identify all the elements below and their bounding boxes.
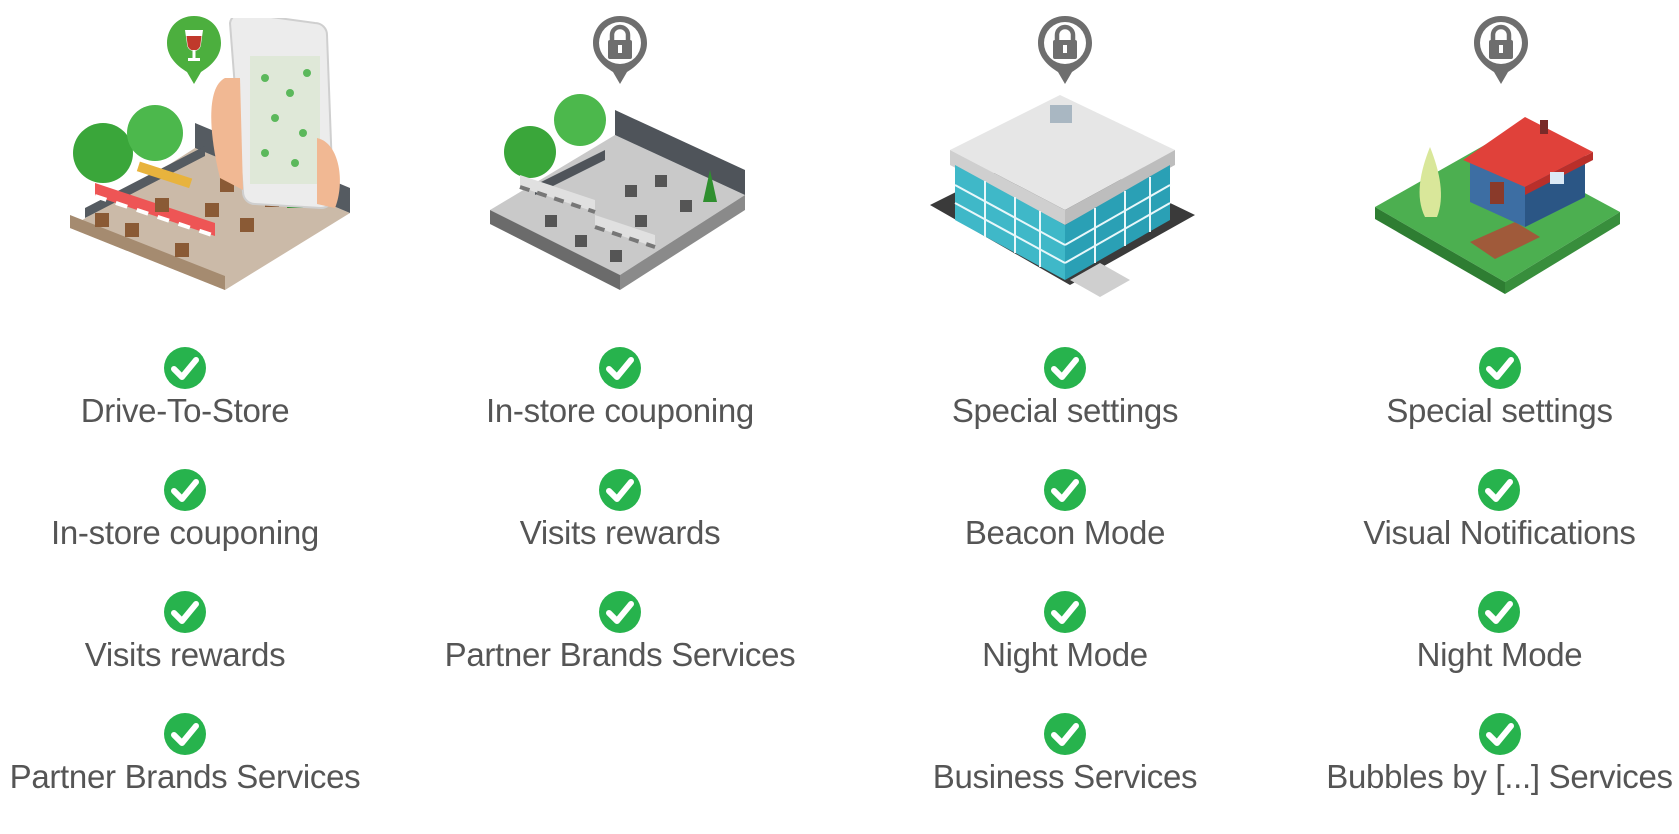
lock-icon (1472, 14, 1530, 86)
feature-label: Partner Brands Services (444, 636, 796, 673)
feature-item: Special settings (1386, 346, 1613, 468)
check-icon (1478, 712, 1522, 756)
feature-label: In-store couponing (486, 392, 754, 429)
check-icon (1043, 468, 1087, 512)
check-icon (1477, 590, 1521, 634)
feature-list: Special settings Beacon Mode Night Mode … (900, 346, 1230, 834)
plan-column-1: Drive-To-Store In-store couponing Visits… (0, 0, 370, 797)
house-illustration (1375, 117, 1620, 294)
check-icon (163, 590, 207, 634)
feature-item: Special settings (952, 346, 1178, 468)
feature-label: Special settings (951, 392, 1179, 429)
check-icon (163, 346, 207, 390)
check-icon (1043, 590, 1087, 634)
plan-column-2: In-store couponing Visits rewards Partne… (430, 0, 810, 797)
feature-label: Special settings (1386, 392, 1613, 429)
feature-item: Night Mode (982, 590, 1148, 712)
feature-list: Drive-To-Store In-store couponing Visits… (0, 346, 370, 834)
feature-item: Partner Brands Services (10, 712, 361, 834)
lock-icon (591, 14, 649, 86)
feature-label: Business Services (932, 758, 1198, 795)
check-icon (163, 712, 207, 756)
check-icon (1477, 468, 1521, 512)
feature-label: Bubbles by [...] Services (1326, 758, 1673, 795)
feature-label: Drive-To-Store (80, 392, 290, 429)
check-icon (1478, 346, 1522, 390)
feature-item: Visual Notifications (1363, 468, 1636, 590)
feature-item: In-store couponing (486, 346, 754, 468)
restaurant-illustration (70, 18, 350, 290)
feature-item: Night Mode (1417, 590, 1583, 712)
feature-item: Beacon Mode (965, 468, 1165, 590)
feature-item: Drive-To-Store (81, 346, 290, 468)
feature-item: Partner Brands Services (445, 590, 796, 712)
store-interior-illustration (490, 94, 745, 290)
feature-label: Beacon Mode (964, 514, 1166, 551)
feature-label: Night Mode (1416, 636, 1583, 673)
feature-label: Visits rewards (519, 514, 721, 551)
feature-label: Visits rewards (84, 636, 286, 673)
feature-label: Partner Brands Services (9, 758, 361, 795)
check-icon (598, 590, 642, 634)
feature-list: In-store couponing Visits rewards Partne… (430, 346, 810, 712)
office-building-illustration (930, 95, 1195, 297)
feature-item: Business Services (933, 712, 1198, 834)
feature-label: Visual Notifications (1363, 514, 1636, 551)
plan-column-3: Special settings Beacon Mode Night Mode … (900, 0, 1230, 797)
lock-icon (1036, 14, 1094, 86)
check-icon (163, 468, 207, 512)
check-icon (598, 468, 642, 512)
feature-item: Visits rewards (520, 468, 721, 590)
check-icon (1043, 712, 1087, 756)
check-icon (1043, 346, 1087, 390)
feature-label: Night Mode (982, 636, 1148, 673)
feature-label: In-store couponing (51, 514, 319, 551)
feature-item: In-store couponing (51, 468, 319, 590)
feature-item: Visits rewards (85, 590, 286, 712)
check-icon (598, 346, 642, 390)
plan-column-4: Special settings Visual Notifications Ni… (1320, 0, 1679, 797)
feature-item: Bubbles by [...] Services (1326, 712, 1673, 834)
feature-list: Special settings Visual Notifications Ni… (1320, 346, 1679, 834)
